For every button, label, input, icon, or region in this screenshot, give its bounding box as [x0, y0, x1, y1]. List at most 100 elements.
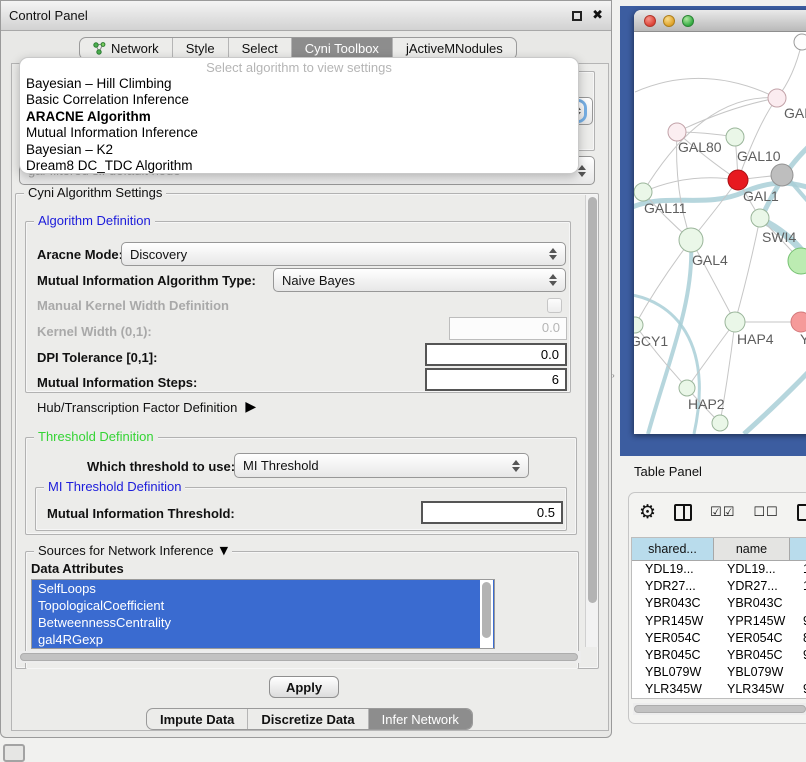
zoom-window-icon[interactable] — [682, 15, 694, 27]
table-cell: YDL19... — [714, 561, 790, 578]
network-window-titlebar[interactable] — [634, 10, 806, 32]
new-table-icon[interactable] — [797, 504, 806, 521]
close-icon[interactable]: ✖ — [592, 8, 603, 23]
algorithm-option[interactable]: Bayesian – K2 — [20, 142, 578, 158]
tab-network[interactable]: Network — [80, 38, 173, 59]
attribute-item[interactable]: TopologicalCoefficient — [32, 597, 494, 614]
tab-select-label: Select — [242, 41, 278, 56]
attribute-item[interactable]: BetweennessCentrality — [32, 614, 494, 631]
control-panel-title: Control Panel — [9, 8, 88, 23]
table-cell: 13 — [790, 561, 806, 578]
network-node[interactable] — [679, 380, 695, 396]
network-node[interactable] — [679, 228, 703, 252]
tab-impute-data[interactable]: Impute Data — [147, 709, 248, 729]
minimize-window-icon[interactable] — [663, 15, 675, 27]
table-row[interactable]: YBL079WYBL079W — [632, 664, 806, 681]
network-node[interactable] — [728, 170, 748, 190]
mi-steps-field[interactable]: 6 — [425, 368, 567, 391]
network-node-label: SWI4 — [762, 229, 796, 245]
close-window-icon[interactable] — [644, 15, 656, 27]
network-node[interactable] — [794, 34, 806, 50]
table-panel: ⚙ ☑☑ ☐☐ shared... name A YDL19...YDL19..… — [628, 492, 806, 724]
data-attributes-list[interactable]: SelfLoopsTopologicalCoefficientBetweenne… — [31, 579, 495, 649]
mi-steps-label: Mutual Information Steps: — [37, 375, 197, 390]
table-row[interactable]: YBR045CYBR045C9. — [632, 647, 806, 664]
threshold-definition-title: Threshold Definition — [34, 429, 158, 444]
manual-kernel-checkbox[interactable] — [547, 298, 562, 313]
algorithm-option[interactable]: Mutual Information Inference — [20, 125, 578, 141]
columns-icon[interactable] — [674, 504, 692, 521]
network-node[interactable] — [725, 312, 745, 332]
network-node[interactable] — [791, 312, 806, 332]
deselect-all-checkboxes-icon[interactable]: ☐☐ — [753, 505, 778, 520]
collapsed-panel-button[interactable] — [3, 744, 25, 762]
table-row[interactable]: YDR27...YDR27...12 — [632, 578, 806, 595]
aracne-mode-combo[interactable]: Discovery — [121, 242, 566, 266]
algorithm-option[interactable]: Basic Correlation Inference — [20, 92, 578, 108]
which-threshold-combo[interactable]: MI Threshold — [234, 453, 529, 478]
table-row[interactable]: YPR145WYPR145W9. — [632, 613, 806, 630]
attributes-vertical-scrollbar[interactable] — [480, 580, 493, 648]
screen: Control Panel ✖ Network Style — [0, 0, 806, 762]
dpi-tolerance-field[interactable]: 0.0 — [425, 343, 567, 366]
mi-type-combo[interactable]: Naive Bayes — [273, 268, 566, 292]
kernel-width-field[interactable]: 0.0 — [449, 317, 567, 340]
combo-stepper-icon — [549, 248, 557, 260]
column-header-shared-name[interactable]: shared... — [632, 538, 714, 560]
combo-stepper-icon — [512, 460, 520, 472]
network-node[interactable] — [771, 164, 793, 186]
column-header-third[interactable]: A — [790, 538, 806, 560]
network-canvas[interactable]: GALGAL80GAL10GAL1GAL11SWI4GAL4GCY1HAP4YH… — [634, 32, 806, 434]
manual-kernel-label: Manual Kernel Width Definition — [37, 298, 229, 313]
network-node[interactable] — [788, 248, 806, 274]
sources-title-row[interactable]: Sources for Network Inference ▼ — [34, 543, 232, 558]
network-node[interactable] — [712, 415, 728, 431]
tab-infer-network[interactable]: Infer Network — [369, 709, 472, 729]
float-window-icon[interactable] — [572, 11, 582, 21]
panel-splitter-handle[interactable]: › — [612, 371, 616, 380]
mi-threshold-field[interactable]: 0.5 — [421, 501, 563, 524]
table-row[interactable]: YDL19...YDL19...13 — [632, 561, 806, 578]
table-row[interactable]: YJL052CYJL052C9 — [632, 699, 806, 700]
cyni-algorithm-settings-title: Cyni Algorithm Settings — [24, 185, 166, 200]
combo-stepper-icon — [549, 274, 557, 286]
settings-horizontal-scrollbar[interactable] — [19, 651, 581, 663]
network-node-label: GAL80 — [678, 139, 722, 155]
attribute-item[interactable]: gal4RGexp — [32, 631, 494, 648]
table-row[interactable]: YLR345WYLR345W9. — [632, 681, 806, 698]
attribute-item[interactable]: SelfLoops — [32, 580, 494, 597]
algorithm-definition-title: Algorithm Definition — [34, 213, 155, 228]
table-row[interactable]: YER054CYER054C8. — [632, 630, 806, 647]
hub-definition-expander[interactable]: Hub/Transcription Factor Definition ▶ — [37, 399, 256, 415]
column-header-name[interactable]: name — [714, 538, 790, 560]
network-node-label: GAL4 — [692, 252, 728, 268]
sources-title: Sources for Network Inference — [38, 543, 214, 558]
which-threshold-label: Which threshold to use: — [87, 459, 235, 474]
table-horizontal-scrollbar[interactable] — [633, 703, 806, 715]
gear-icon[interactable]: ⚙ — [639, 503, 656, 522]
data-attributes-label: Data Attributes — [31, 561, 124, 576]
tab-discretize-data[interactable]: Discretize Data — [248, 709, 368, 729]
network-node[interactable] — [726, 128, 744, 146]
select-all-checkboxes-icon[interactable]: ☑☑ — [710, 505, 735, 520]
algorithm-popup-placeholder: Select algorithm to view settings — [20, 60, 578, 76]
network-node[interactable] — [751, 209, 769, 227]
table-row[interactable]: YBR043CYBR043C — [632, 595, 806, 612]
algorithm-option[interactable]: Dream8 DC_TDC Algorithm — [20, 158, 578, 174]
tab-select[interactable]: Select — [229, 38, 292, 59]
table-cell — [790, 664, 806, 681]
tab-jactivemnodules[interactable]: jActiveMNodules — [393, 38, 516, 59]
network-node[interactable] — [634, 183, 652, 201]
algorithm-option[interactable]: ARACNE Algorithm — [20, 109, 578, 125]
tab-style[interactable]: Style — [173, 38, 229, 59]
apply-button[interactable]: Apply — [269, 676, 339, 698]
table-cell: YBR043C — [714, 595, 790, 612]
tab-infer-network-label: Infer Network — [382, 712, 459, 727]
table-cell — [790, 595, 806, 612]
tab-jactivemnodules-label: jActiveMNodules — [406, 41, 503, 56]
algorithm-option[interactable]: Bayesian – Hill Climbing — [20, 76, 578, 92]
settings-vertical-scrollbar[interactable] — [585, 195, 598, 647]
tab-cyni-toolbox[interactable]: Cyni Toolbox — [292, 38, 393, 59]
node-table[interactable]: shared... name A YDL19...YDL19...13YDR27… — [631, 537, 806, 699]
network-node[interactable] — [634, 317, 643, 333]
